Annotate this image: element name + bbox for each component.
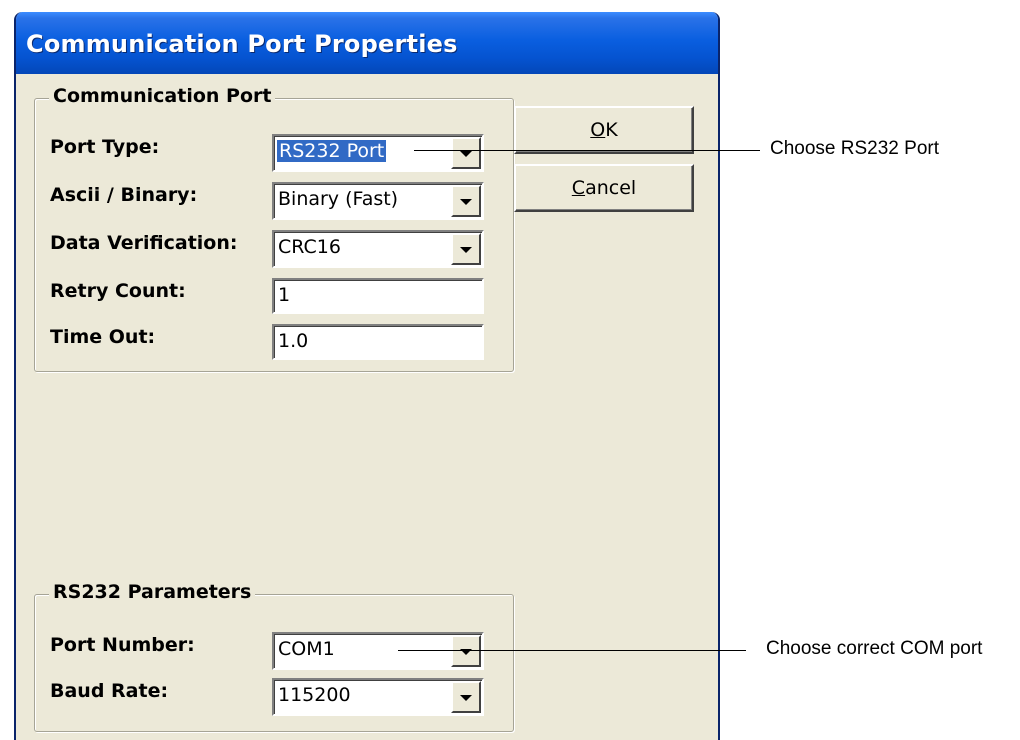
rs232-parameters-group-title: RS232 Parameters <box>49 581 256 603</box>
port-type-callout-text: Choose RS232 Port <box>770 138 939 159</box>
baud-rate-value: 115200 <box>278 684 351 706</box>
window-title: Communication Port Properties <box>26 30 458 58</box>
ascii-binary-dropdown-arrow-icon[interactable] <box>451 185 481 217</box>
data-verification-dropdown-arrow-icon[interactable] <box>451 233 481 265</box>
retry-count-label: Retry Count: <box>50 280 186 302</box>
ok-button[interactable]: OK <box>514 106 694 154</box>
title-bar[interactable]: Communication Port Properties <box>16 12 718 74</box>
data-verification-dropdown[interactable]: CRC16 <box>272 230 484 268</box>
ok-button-label-rest: K <box>605 119 618 141</box>
ok-button-mnemonic: O <box>590 119 606 141</box>
ascii-binary-value: Binary (Fast) <box>278 188 399 210</box>
com-port-callout-text: Choose correct COM port <box>766 638 983 659</box>
com-port-callout-line <box>398 650 746 651</box>
port-number-value: COM1 <box>278 638 335 660</box>
port-type-label: Port Type: <box>50 136 160 158</box>
baud-rate-dropdown-arrow-icon[interactable] <box>451 681 481 713</box>
data-verification-label: Data Verification: <box>50 232 238 254</box>
data-verification-value: CRC16 <box>278 236 341 258</box>
time-out-label: Time Out: <box>50 326 156 348</box>
port-type-callout-line <box>414 150 760 151</box>
cancel-button-mnemonic: C <box>571 177 586 199</box>
port-type-value: RS232 Port <box>277 140 387 162</box>
port-type-dropdown[interactable]: RS232 Port <box>272 134 484 172</box>
cancel-button-label-rest: ancel <box>585 177 637 199</box>
retry-count-input[interactable]: 1 <box>272 278 484 314</box>
time-out-input[interactable]: 1.0 <box>272 324 484 360</box>
ascii-binary-label: Ascii / Binary: <box>50 184 198 206</box>
ascii-binary-dropdown[interactable]: Binary (Fast) <box>272 182 484 220</box>
port-number-dropdown-arrow-icon[interactable] <box>451 635 481 667</box>
communication-port-group-title: Communication Port <box>49 85 276 107</box>
port-type-dropdown-arrow-icon[interactable] <box>451 137 481 169</box>
retry-count-value: 1 <box>278 284 291 306</box>
cancel-button[interactable]: Cancel <box>514 164 694 212</box>
time-out-value: 1.0 <box>278 330 309 352</box>
baud-rate-dropdown[interactable]: 115200 <box>272 678 484 716</box>
port-number-dropdown[interactable]: COM1 <box>272 632 484 670</box>
baud-rate-label: Baud Rate: <box>50 680 169 702</box>
communication-port-properties-dialog: Communication Port Properties Communicat… <box>14 12 720 740</box>
port-number-label: Port Number: <box>50 634 195 656</box>
